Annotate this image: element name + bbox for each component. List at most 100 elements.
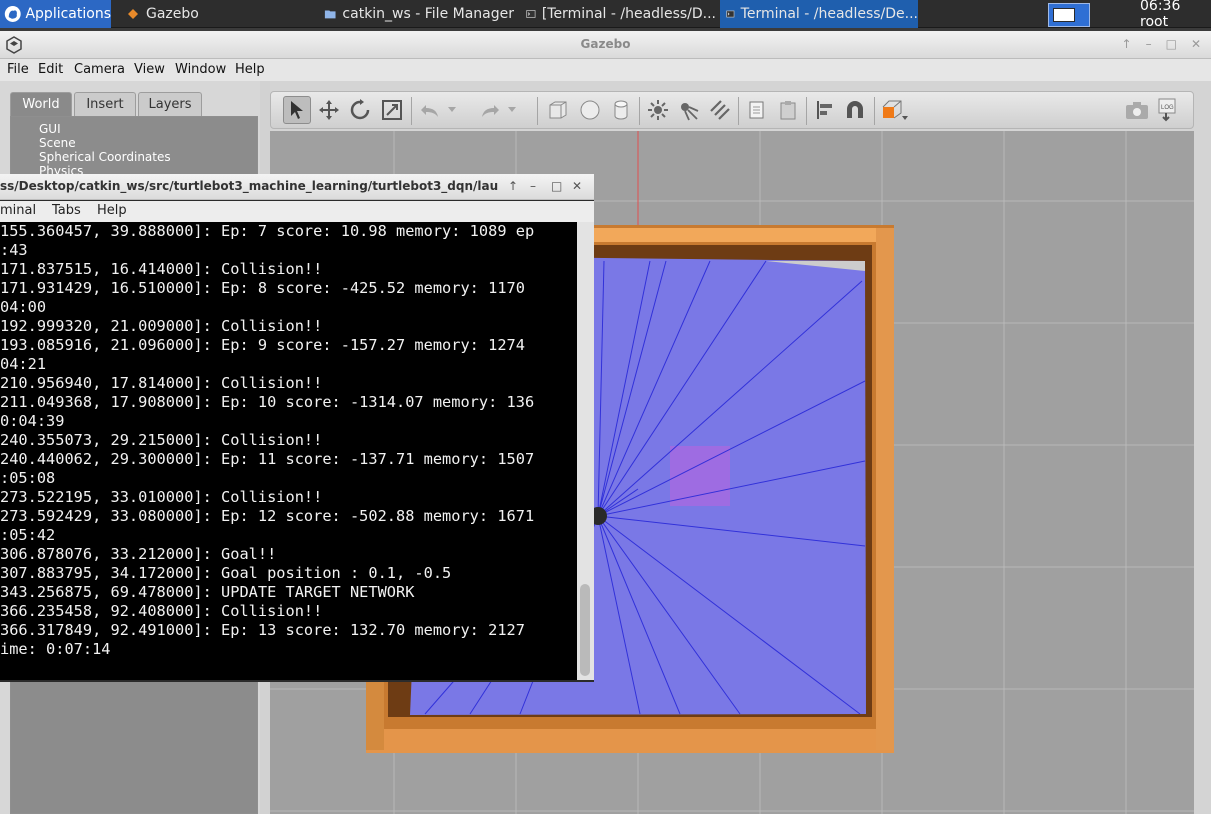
align-button[interactable] [811, 96, 839, 124]
cylinder-icon [614, 100, 628, 120]
terminal-titlebar[interactable]: ss/Desktop/catkin_ws/src/turtlebot3_mach… [0, 174, 594, 200]
snap-button[interactable] [841, 96, 869, 124]
terminal-line: 240.355073, 29.215000]: Collision!! [0, 431, 323, 449]
maximize-button[interactable]: □ [1166, 37, 1177, 51]
taskbar: Applications Gazebo catkin_ws - File Man… [0, 0, 1211, 30]
terminal-line: 273.522195, 33.010000]: Collision!! [0, 488, 323, 506]
minimize-button[interactable]: – [1146, 37, 1152, 51]
terminal-line: 192.999320, 21.009000]: Collision!! [0, 317, 323, 335]
task-terminal-2[interactable]: Terminal - /headless/De... [720, 0, 918, 28]
terminal-line: 04:21 [0, 355, 47, 373]
folder-icon [324, 10, 336, 19]
minimize-button[interactable]: – [530, 179, 536, 193]
cylinder-shape-button[interactable] [607, 96, 635, 124]
task-terminal-1[interactable]: [Terminal - /headless/D... [520, 0, 716, 28]
sun-icon [648, 100, 668, 120]
tree-item-scene[interactable]: Scene [39, 136, 76, 150]
tab-insert[interactable]: Insert [74, 92, 136, 116]
terminal-line: 211.049368, 17.908000]: Ep: 10 score: -1… [0, 393, 535, 411]
terminal-output[interactable]: 155.360457, 39.888000]: Ep: 7 score: 10.… [0, 222, 577, 680]
workspace-switcher[interactable] [1048, 3, 1090, 27]
redo-button[interactable] [476, 96, 504, 124]
undo-button[interactable] [416, 96, 444, 124]
terminal-icon [526, 10, 536, 18]
always-on-top-button[interactable]: ↑ [1122, 37, 1132, 51]
close-button[interactable]: ✕ [572, 179, 582, 193]
menu-file[interactable]: File [7, 62, 29, 77]
scale-mode-button[interactable] [378, 96, 406, 124]
right-edge [1194, 81, 1211, 814]
screenshot-button[interactable] [1123, 96, 1151, 124]
always-on-top-button[interactable]: ↑ [508, 179, 518, 193]
gazebo-toolbar: LOG [270, 91, 1194, 129]
undo-history-dropdown[interactable] [445, 96, 459, 124]
terminal-line: 171.931429, 16.510000]: Ep: 8 score: -42… [0, 279, 525, 297]
box-shape-button[interactable] [544, 96, 572, 124]
tree-item-spherical-coordinates[interactable]: Spherical Coordinates [39, 150, 171, 164]
terminal-line: 193.085916, 21.096000]: Ep: 9 score: -15… [0, 336, 525, 354]
task-label: [Terminal - /headless/D... [541, 6, 716, 22]
task-label: Terminal - /headless/De... [740, 6, 918, 22]
spot-light-icon [681, 103, 699, 121]
terminal-line: 307.883795, 34.172000]: Goal position : … [0, 564, 452, 582]
terminal-line: :05:08 [0, 469, 56, 487]
gazebo-titlebar[interactable]: Gazebo ↑ – □ ✕ [0, 31, 1211, 59]
directional-light-button[interactable] [706, 96, 734, 124]
scrollbar-thumb[interactable] [580, 584, 590, 676]
terminal-line: 04:00 [0, 298, 47, 316]
terminal-line: 155.360457, 39.888000]: Ep: 7 score: 10.… [0, 222, 535, 240]
copy-icon [749, 101, 764, 119]
menu-help[interactable]: Help [97, 203, 127, 218]
arrow-cursor-icon [291, 101, 303, 119]
applications-menu-button[interactable]: Applications [0, 0, 111, 28]
desktop: Applications Gazebo catkin_ws - File Man… [0, 0, 1211, 814]
translate-mode-button[interactable] [315, 96, 343, 124]
task-label: catkin_ws - File Manager [342, 6, 514, 22]
select-mode-button[interactable] [283, 96, 311, 124]
workspace-window-preview [1053, 8, 1075, 22]
tree-item-gui[interactable]: GUI [39, 122, 61, 136]
terminal-scrollbar[interactable] [577, 222, 594, 680]
undo-icon [421, 105, 438, 117]
sphere-shape-button[interactable] [576, 96, 604, 124]
rotate-mode-button[interactable] [346, 96, 374, 124]
tab-world[interactable]: World [10, 92, 72, 116]
task-gazebo[interactable]: Gazebo [120, 0, 310, 28]
task-file-manager[interactable]: catkin_ws - File Manager [318, 0, 514, 28]
spot-light-button[interactable] [674, 96, 702, 124]
point-light-button[interactable] [644, 96, 672, 124]
terminal-line: :43 [0, 241, 28, 259]
paste-button[interactable] [774, 96, 802, 124]
log-button[interactable]: LOG [1154, 96, 1182, 124]
chevron-down-icon [448, 107, 456, 112]
orange-cube-icon [882, 100, 908, 120]
menu-tabs[interactable]: Tabs [52, 203, 81, 218]
view-angle-dropdown[interactable] [878, 96, 912, 124]
clock: 06:36 root [1140, 0, 1181, 30]
terminal-line: 273.592429, 33.080000]: Ep: 12 score: -5… [0, 507, 535, 525]
xfce-mouse-icon [4, 6, 21, 22]
gazebo-icon [128, 9, 138, 19]
terminal-window[interactable]: ss/Desktop/catkin_ws/src/turtlebot3_mach… [0, 174, 594, 682]
align-icon [817, 101, 832, 119]
menu-camera[interactable]: Camera [74, 62, 125, 77]
applications-label: Applications [25, 6, 111, 22]
menu-help[interactable]: Help [235, 62, 265, 77]
directional-light-icon [710, 100, 730, 120]
tab-layers[interactable]: Layers [138, 92, 202, 116]
terminal-menubar: minal Tabs Help [0, 201, 594, 222]
window-title: Gazebo [580, 37, 631, 51]
move-arrows-icon [319, 100, 339, 120]
close-button[interactable]: ✕ [1191, 37, 1201, 51]
redo-history-dropdown[interactable] [505, 96, 519, 124]
terminal-line: 366.317849, 92.491000]: Ep: 13 score: 13… [0, 621, 525, 639]
camera-icon [1126, 102, 1148, 119]
menu-terminal[interactable]: minal [0, 203, 36, 218]
menu-window[interactable]: Window [175, 62, 226, 77]
maximize-button[interactable]: □ [551, 179, 562, 193]
menu-view[interactable]: View [134, 62, 165, 77]
menu-edit[interactable]: Edit [38, 62, 63, 77]
copy-button[interactable] [743, 96, 771, 124]
terminal-icon [726, 10, 735, 18]
box-icon [549, 101, 567, 119]
